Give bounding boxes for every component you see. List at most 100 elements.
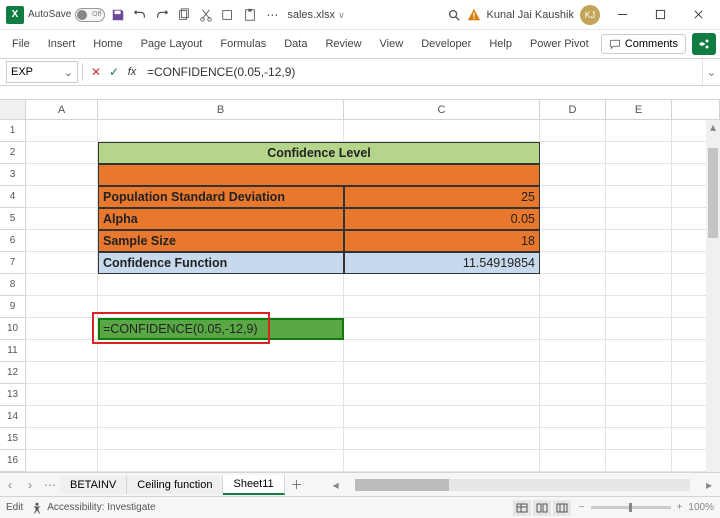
cell[interactable]: [98, 406, 344, 428]
cell[interactable]: [344, 428, 540, 450]
cell-label[interactable]: Population Standard Deviation: [98, 186, 344, 208]
sheet-nav-more-icon[interactable]: ⋯: [40, 478, 60, 492]
toggle-off-icon[interactable]: Off: [75, 8, 105, 22]
row-header[interactable]: 13: [0, 384, 26, 406]
cell[interactable]: [606, 362, 672, 384]
name-box[interactable]: EXP ⌄: [6, 61, 78, 83]
autosave-toggle[interactable]: AutoSave Off: [28, 8, 105, 22]
col-header-rest[interactable]: [672, 100, 720, 119]
save-icon[interactable]: [109, 6, 127, 24]
chevron-down-icon[interactable]: ⌄: [64, 66, 73, 79]
tab-file[interactable]: File: [4, 34, 38, 54]
cell[interactable]: [540, 230, 606, 252]
cell[interactable]: [540, 186, 606, 208]
cell[interactable]: [26, 120, 98, 142]
tab-review[interactable]: Review: [317, 34, 369, 54]
row-header[interactable]: 14: [0, 406, 26, 428]
new-sheet-icon[interactable]: [219, 6, 237, 24]
col-header-A[interactable]: A: [26, 100, 98, 119]
row-header[interactable]: 3: [0, 164, 26, 186]
cell[interactable]: [606, 384, 672, 406]
scroll-up-icon[interactable]: ▴: [706, 120, 720, 134]
row-header[interactable]: 9: [0, 296, 26, 318]
row-header[interactable]: 1: [0, 120, 26, 142]
hscroll-left-icon[interactable]: ◂: [329, 478, 343, 492]
tab-formulas[interactable]: Formulas: [212, 34, 274, 54]
row-header[interactable]: 5: [0, 208, 26, 230]
cell[interactable]: [540, 274, 606, 296]
cell[interactable]: [98, 274, 344, 296]
cell[interactable]: [26, 164, 98, 186]
accessibility-status[interactable]: Accessibility: Investigate: [31, 502, 155, 514]
active-cell[interactable]: =CONFIDENCE(0.05,-12,9): [98, 318, 344, 340]
tab-insert[interactable]: Insert: [40, 34, 84, 54]
vertical-scrollbar[interactable]: ▴: [706, 120, 720, 472]
qat-overflow-icon[interactable]: ⋯: [263, 6, 281, 24]
cancel-formula-button[interactable]: ✕: [87, 65, 105, 79]
cell[interactable]: [344, 406, 540, 428]
search-icon[interactable]: [445, 6, 463, 24]
cell[interactable]: [26, 208, 98, 230]
scrollbar-thumb[interactable]: [708, 148, 718, 238]
cell-label[interactable]: Sample Size: [98, 230, 344, 252]
share-button[interactable]: [692, 33, 716, 55]
close-button[interactable]: [682, 3, 714, 27]
cell[interactable]: [26, 362, 98, 384]
select-all-corner[interactable]: [0, 100, 26, 119]
col-header-D[interactable]: D: [540, 100, 606, 119]
view-normal-icon[interactable]: [513, 500, 531, 516]
cell-value[interactable]: 0.05: [344, 208, 540, 230]
redo-icon[interactable]: [153, 6, 171, 24]
tab-help[interactable]: Help: [481, 34, 520, 54]
cell-value[interactable]: 11.54919854: [344, 252, 540, 274]
cell[interactable]: [606, 406, 672, 428]
sheet-tab-ceiling[interactable]: Ceiling function: [127, 476, 223, 494]
user-avatar[interactable]: KJ: [580, 5, 600, 25]
cell[interactable]: [26, 428, 98, 450]
cell[interactable]: [344, 384, 540, 406]
row-header[interactable]: 7: [0, 252, 26, 274]
cell[interactable]: [98, 340, 344, 362]
cell[interactable]: [606, 142, 672, 164]
col-header-C[interactable]: C: [344, 100, 540, 119]
cell[interactable]: [540, 208, 606, 230]
fx-button[interactable]: fx: [123, 66, 141, 78]
cell[interactable]: [344, 340, 540, 362]
row-header[interactable]: 6: [0, 230, 26, 252]
row-header[interactable]: 4: [0, 186, 26, 208]
cell[interactable]: [26, 450, 98, 472]
cell[interactable]: [344, 362, 540, 384]
cell[interactable]: [606, 164, 672, 186]
copy-icon[interactable]: [175, 6, 193, 24]
cell[interactable]: [606, 318, 672, 340]
tab-home[interactable]: Home: [85, 34, 130, 54]
col-header-B[interactable]: B: [98, 100, 344, 119]
sheet-tab-betainv[interactable]: BETAINV: [60, 476, 127, 494]
sheet-tab-sheet11[interactable]: Sheet11: [223, 475, 284, 495]
cell[interactable]: [606, 120, 672, 142]
cell-label[interactable]: Confidence Function: [98, 252, 344, 274]
formula-input[interactable]: =CONFIDENCE(0.05,-12,9): [141, 65, 702, 79]
expand-formula-bar-icon[interactable]: ⌄: [702, 59, 720, 85]
cell[interactable]: [26, 274, 98, 296]
zoom-percent[interactable]: 100%: [688, 502, 714, 513]
maximize-button[interactable]: [644, 3, 676, 27]
zoom-out-button[interactable]: −: [579, 502, 585, 513]
cell[interactable]: [98, 384, 344, 406]
view-page-break-icon[interactable]: [553, 500, 571, 516]
cell[interactable]: [26, 296, 98, 318]
cell[interactable]: [26, 252, 98, 274]
row-header[interactable]: 10: [0, 318, 26, 340]
paste-icon[interactable]: [241, 6, 259, 24]
zoom-in-button[interactable]: +: [677, 502, 683, 513]
sheet-nav-prev-icon[interactable]: ‹: [0, 478, 20, 492]
scrollbar-thumb[interactable]: [355, 479, 449, 491]
add-sheet-button[interactable]: ＋: [285, 476, 309, 493]
cell[interactable]: [26, 406, 98, 428]
cell-label[interactable]: Alpha: [98, 208, 344, 230]
cell[interactable]: [540, 406, 606, 428]
cell[interactable]: [26, 142, 98, 164]
sheet-nav-next-icon[interactable]: ›: [20, 478, 40, 492]
tab-view[interactable]: View: [372, 34, 412, 54]
cell[interactable]: [606, 296, 672, 318]
